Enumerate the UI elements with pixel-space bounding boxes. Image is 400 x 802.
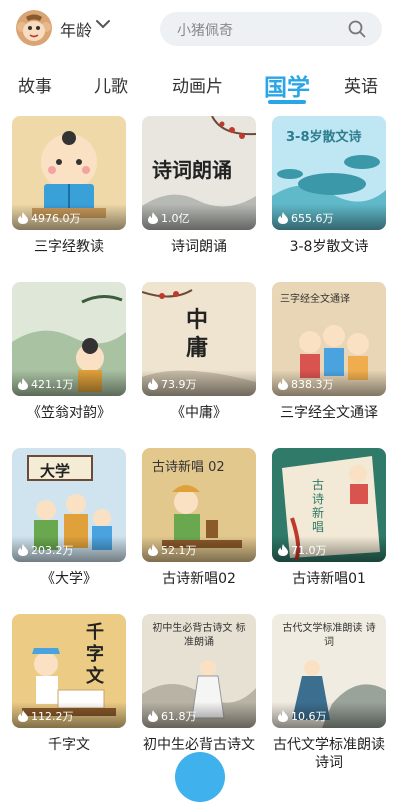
cover-image: 421.1万 — [12, 282, 126, 396]
fire-icon — [278, 212, 288, 224]
play-count: 203.2万 — [18, 542, 74, 558]
item-title: 古诗新唱02 — [162, 571, 236, 587]
list-item[interactable]: 4976.0万 三字经教读 — [12, 116, 126, 256]
play-count: 71.0万 — [278, 542, 327, 558]
cover-text: 诗词朗诵 — [152, 158, 232, 182]
cover-image: 诗词朗诵 1.0亿 — [142, 116, 256, 230]
list-item[interactable]: 大学 203.2万 《大学》 — [12, 448, 126, 588]
list-item[interactable]: 三字经全文通译 838.3万 三字经全文通译 — [272, 282, 386, 422]
top-bar: 年龄 小猪佩奇 — [0, 0, 400, 60]
fire-icon — [18, 378, 28, 390]
play-count: 10.6万 — [278, 708, 327, 724]
item-title: 三字经教读 — [34, 239, 104, 255]
play-count: 4976.0万 — [18, 210, 81, 226]
fire-icon — [18, 710, 28, 722]
cover-image: 古诗新唱 71.0万 — [272, 448, 386, 562]
item-title: 《中庸》 — [171, 405, 227, 421]
tab-songs[interactable]: 儿歌 — [94, 72, 128, 97]
search-input[interactable]: 小猪佩奇 — [177, 20, 233, 40]
list-item[interactable]: 3-8岁散文诗 655.6万 3-8岁散文诗 — [272, 116, 386, 256]
fire-icon — [278, 544, 288, 556]
cover-text: 三字经全文通译 — [280, 294, 350, 305]
list-item[interactable]: 诗词朗诵 1.0亿 诗词朗诵 — [142, 116, 256, 256]
cover-text: 古代文学标准朗读 诗词 — [282, 623, 376, 648]
fire-icon — [18, 212, 28, 224]
cover-text: 古诗新唱 02 — [152, 460, 225, 475]
cover-text: 中庸 — [186, 307, 209, 361]
category-tabs: 故事 儿歌 动画片 国学 英语 — [0, 64, 400, 108]
play-count: 52.1万 — [148, 542, 197, 558]
search-icon[interactable] — [348, 20, 366, 38]
list-item[interactable]: 初中生必背古诗文 标准朗诵 61.8万 初中生必背古诗文言 — [142, 614, 256, 772]
age-selector-label[interactable]: 年龄 — [60, 17, 92, 41]
item-title: 古代文学标准朗读 诗词 — [273, 737, 385, 771]
fire-icon — [278, 710, 288, 722]
cover-image: 大学 203.2万 — [12, 448, 126, 562]
cover-image: 初中生必背古诗文 标准朗诵 61.8万 — [142, 614, 256, 728]
cover-text: 初中生必背古诗文 标准朗诵 — [152, 623, 246, 648]
play-count: 1.0亿 — [148, 210, 190, 226]
list-item[interactable]: 古诗新唱 02 52.1万 古诗新唱02 — [142, 448, 256, 588]
fire-icon — [148, 544, 158, 556]
item-title: 《大学》 — [41, 571, 97, 587]
cover-text: 3-8岁散文诗 — [286, 130, 362, 145]
item-title: 诗词朗诵 — [171, 239, 227, 255]
item-title: 古诗新唱01 — [292, 571, 366, 587]
play-count: 112.2万 — [18, 708, 74, 724]
tab-english[interactable]: 英语 — [344, 72, 378, 97]
tab-guoxue[interactable]: 国学 — [264, 68, 310, 102]
list-item[interactable]: 中庸 73.9万 《中庸》 — [142, 282, 256, 422]
play-count: 73.9万 — [148, 376, 197, 392]
cover-image: 三字经全文通译 838.3万 — [272, 282, 386, 396]
item-title: 《笠翁对韵》 — [27, 405, 111, 421]
play-count: 421.1万 — [18, 376, 74, 392]
fire-icon — [148, 378, 158, 390]
cover-image: 3-8岁散文诗 655.6万 — [272, 116, 386, 230]
item-title: 3-8岁散文诗 — [289, 239, 369, 255]
cover-text: 大学 — [40, 462, 71, 480]
tab-stories[interactable]: 故事 — [18, 72, 52, 97]
fire-icon — [148, 212, 158, 224]
play-count: 61.8万 — [148, 708, 197, 724]
cover-image: 4976.0万 — [12, 116, 126, 230]
floating-play-button[interactable] — [175, 752, 225, 802]
monkey-avatar-icon[interactable] — [16, 10, 52, 46]
item-title: 三字经全文通译 — [280, 405, 378, 421]
fire-icon — [148, 710, 158, 722]
cover-image: 中庸 73.9万 — [142, 282, 256, 396]
list-item[interactable]: 古诗新唱 71.0万 古诗新唱01 — [272, 448, 386, 588]
active-tab-indicator — [268, 100, 306, 104]
cover-image: 古诗新唱 02 52.1万 — [142, 448, 256, 562]
cover-image: 古代文学标准朗读 诗词 10.6万 — [272, 614, 386, 728]
cover-text: 古诗新唱 — [312, 478, 325, 534]
item-title: 千字文 — [48, 737, 90, 753]
search-bar[interactable]: 小猪佩奇 — [160, 12, 382, 46]
cover-image: 千字文 112.2万 — [12, 614, 126, 728]
play-count: 655.6万 — [278, 210, 334, 226]
list-item[interactable]: 421.1万 《笠翁对韵》 — [12, 282, 126, 422]
list-item[interactable]: 古代文学标准朗读 诗词 10.6万 古代文学标准朗读 诗词 — [272, 614, 386, 772]
tab-cartoons[interactable]: 动画片 — [172, 72, 223, 97]
play-count: 838.3万 — [278, 376, 334, 392]
fire-icon — [278, 378, 288, 390]
chevron-down-icon[interactable] — [95, 14, 111, 34]
list-item[interactable]: 千字文 112.2万 千字文 — [12, 614, 126, 754]
fire-icon — [18, 544, 28, 556]
cover-text: 千字文 — [86, 622, 104, 687]
